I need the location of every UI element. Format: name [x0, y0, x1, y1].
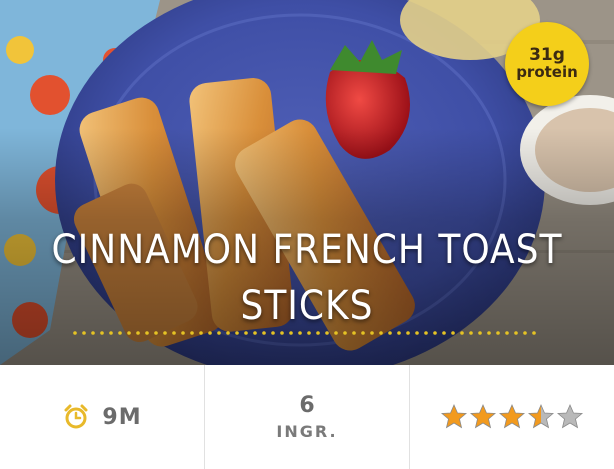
star-icon[interactable]	[498, 403, 526, 431]
protein-label: protein	[516, 63, 578, 82]
prep-time-stat: 9m	[0, 365, 204, 469]
dotted-underline	[73, 331, 536, 335]
recipe-card[interactable]: 31g protein Cinnamon French Toast Sticks	[0, 0, 614, 469]
recipe-hero-image[interactable]: 31g protein Cinnamon French Toast Sticks	[0, 0, 614, 365]
star-icon[interactable]	[440, 403, 468, 431]
alarm-clock-icon	[64, 404, 88, 429]
protein-badge: 31g protein	[505, 22, 589, 106]
star-icon[interactable]	[556, 403, 584, 431]
rating-stat[interactable]	[409, 365, 614, 469]
recipe-title[interactable]: Cinnamon French Toast Sticks	[40, 222, 574, 334]
prep-time-value: 9m	[102, 404, 142, 430]
star-icon[interactable]	[469, 403, 497, 431]
ingredients-stat: 6 INGR.	[204, 365, 409, 469]
ingredients-count: 6	[299, 393, 315, 418]
ingredients-label: INGR.	[276, 422, 338, 441]
star-rating[interactable]	[440, 403, 584, 431]
star-icon[interactable]	[527, 403, 555, 431]
recipe-stats-bar: 9m 6 INGR.	[0, 365, 614, 469]
